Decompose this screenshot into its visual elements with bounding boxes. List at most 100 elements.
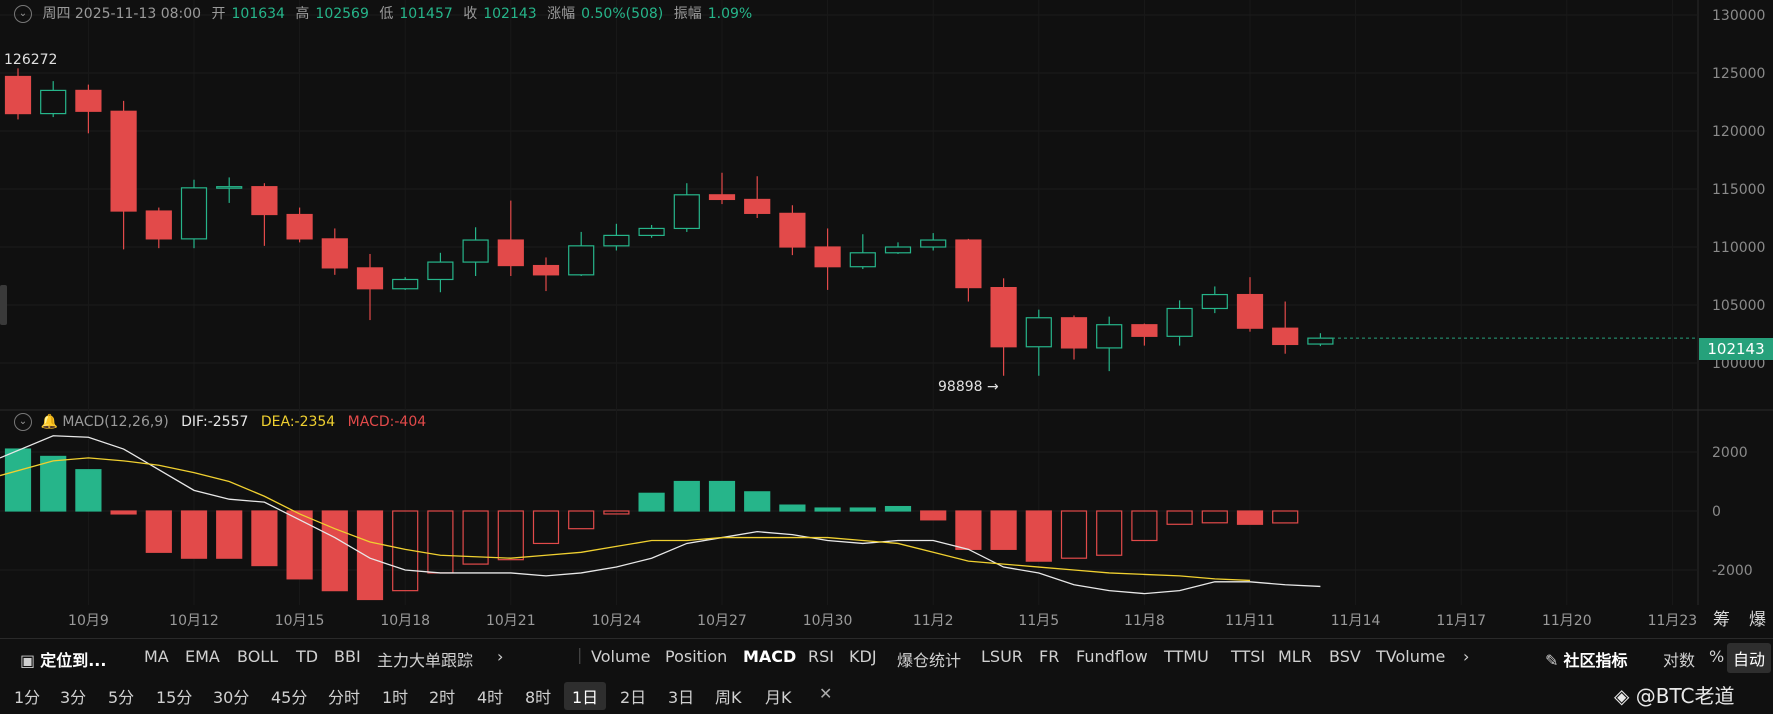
candle-body (1272, 327, 1299, 346)
macd-bar (356, 510, 384, 601)
liquidation-label: 爆 (1749, 610, 1766, 630)
macd-bar (286, 510, 313, 580)
candle-body (1166, 307, 1193, 337)
price-chart[interactable]: 1000001050001100001150001200001250001300… (0, 0, 1773, 638)
sub-indicator-lsur[interactable]: LSUR (981, 647, 1023, 666)
dea-value: DEA:-2354 (260, 414, 336, 430)
sub-indicator-fr[interactable]: FR (1039, 647, 1059, 666)
candle-body (568, 245, 595, 276)
sub-indicator-rsi[interactable]: RSI (808, 647, 834, 666)
binance-icon: ◈ (1614, 684, 1630, 708)
sub-indicator-position[interactable]: Position (665, 647, 727, 666)
candle-body (1131, 324, 1158, 337)
interval-timeshare[interactable]: 分时 (320, 682, 368, 710)
interval-3d[interactable]: 3日 (660, 682, 702, 710)
ohlc-header: ⌄ 周四 2025-11-13 08:00 开 101634 高 102569 低1… (14, 3, 758, 23)
date-tick-label: 10月30 (803, 613, 853, 629)
collapse-icon[interactable]: ⌄ (14, 5, 32, 23)
date-tick-label: 11月23 (1648, 613, 1698, 629)
candle-body (1096, 324, 1123, 349)
interval-4h[interactable]: 4时 (469, 682, 511, 710)
main-indicator-boll[interactable]: BOLL (237, 647, 278, 666)
sub-indicator-bsv[interactable]: BSV (1329, 647, 1361, 666)
date-tick-label: 11月20 (1542, 613, 1592, 629)
close-icon[interactable]: ✕ (811, 682, 840, 705)
chevron-right-icon[interactable]: › (497, 647, 503, 666)
amplitude-label: 振幅 (673, 6, 702, 22)
macd-bar (145, 510, 172, 553)
interval-month[interactable]: 月K (757, 682, 800, 710)
candle-body (216, 186, 243, 189)
sub-indicator-fundflow[interactable]: Fundflow (1076, 647, 1148, 666)
sub-indicator-kdj[interactable]: KDJ (849, 647, 877, 666)
auto-scale-toggle[interactable]: 自动 (1727, 643, 1772, 673)
divider: | (577, 645, 583, 664)
candle-body (427, 261, 454, 281)
candle-body (1307, 337, 1334, 345)
sub-indicator-macd[interactable]: MACD (743, 647, 796, 666)
current-price-tag: 102143 (1699, 338, 1773, 360)
date-text: 周四 2025-11-13 08:00 (42, 6, 202, 22)
max-price-label: 126272 (4, 52, 57, 68)
macd-bar (251, 510, 278, 567)
interval-1m[interactable]: 1分 (6, 682, 48, 710)
macd-bar (884, 505, 912, 512)
candle-body (4, 75, 32, 115)
date-tick-label: 10月9 (68, 613, 109, 629)
log-scale-toggle[interactable]: 对数 (1663, 647, 1695, 671)
macd-bar (849, 507, 876, 512)
bell-icon[interactable]: 🔔 (40, 414, 57, 430)
macd-bar (814, 507, 841, 512)
date-tick-label: 11月8 (1124, 613, 1165, 629)
sub-indicator-ttmu[interactable]: TTMU (1164, 647, 1209, 666)
watermark: ◈ @BTC老道 (1614, 684, 1735, 708)
chip-distribution-label: 筹 (1713, 610, 1730, 630)
sub-indicator-tvolume[interactable]: TVolume (1376, 647, 1445, 666)
main-indicator-ema[interactable]: EMA (185, 647, 220, 666)
interval-2h[interactable]: 2时 (421, 682, 463, 710)
main-indicator-ma[interactable]: MA (144, 647, 169, 666)
candle-body (884, 246, 912, 254)
date-tick-label: 11月17 (1436, 613, 1486, 629)
macd-value: MACD:-404 (347, 414, 427, 430)
main-indicator-bbi[interactable]: BBI (334, 647, 361, 666)
chevron-right-icon[interactable]: › (1463, 647, 1469, 666)
interval-30m[interactable]: 30分 (205, 682, 257, 710)
candle-body (673, 194, 700, 230)
price-tick-label: 130000 (1712, 8, 1765, 24)
macd-bar (673, 480, 700, 512)
locate-button[interactable]: ▣ 定位到... (20, 647, 106, 671)
macd-bar (1025, 510, 1052, 562)
interval-8h[interactable]: 8时 (517, 682, 559, 710)
date-tick-label: 10月18 (380, 613, 430, 629)
interval-45m[interactable]: 45分 (263, 682, 315, 710)
min-price-label: 98898 → (938, 379, 999, 395)
percent-toggle[interactable]: % (1709, 647, 1724, 666)
interval-3m[interactable]: 3分 (52, 682, 94, 710)
main-indicator-td[interactable]: TD (296, 647, 318, 666)
price-tick-label: 105000 (1712, 298, 1765, 314)
date-tick-label: 11月5 (1018, 613, 1059, 629)
interval-15m[interactable]: 15分 (148, 682, 200, 710)
candle-body (849, 252, 876, 268)
sub-indicator-ttsi[interactable]: TTSI (1231, 647, 1265, 666)
sub-indicator-volume[interactable]: Volume (591, 647, 651, 666)
main-indicator-flow[interactable]: 主力大单跟踪 (377, 647, 473, 671)
macd-bar (180, 510, 208, 559)
sub-indicator-liq[interactable]: 爆仓统计 (897, 647, 961, 671)
price-tick-label: 120000 (1712, 124, 1765, 140)
date-tick-label: 10月24 (592, 613, 642, 629)
candle-body (321, 238, 348, 269)
interval-1d[interactable]: 1日 (564, 682, 607, 710)
sub-indicator-mlr[interactable]: MLR (1278, 647, 1312, 666)
community-indicator-button[interactable]: ✎ 社区指标 (1545, 647, 1628, 671)
change-value: 0.50%(508) (581, 6, 664, 22)
interval-5m[interactable]: 5分 (100, 682, 142, 710)
macd-bar (990, 510, 1017, 550)
macd-bar (744, 491, 771, 512)
candle-body (1236, 293, 1264, 329)
interval-2d[interactable]: 2日 (612, 682, 654, 710)
interval-1h[interactable]: 1时 (374, 682, 416, 710)
collapse-icon[interactable]: ⌄ (14, 413, 32, 431)
interval-week[interactable]: 周K (707, 682, 750, 710)
